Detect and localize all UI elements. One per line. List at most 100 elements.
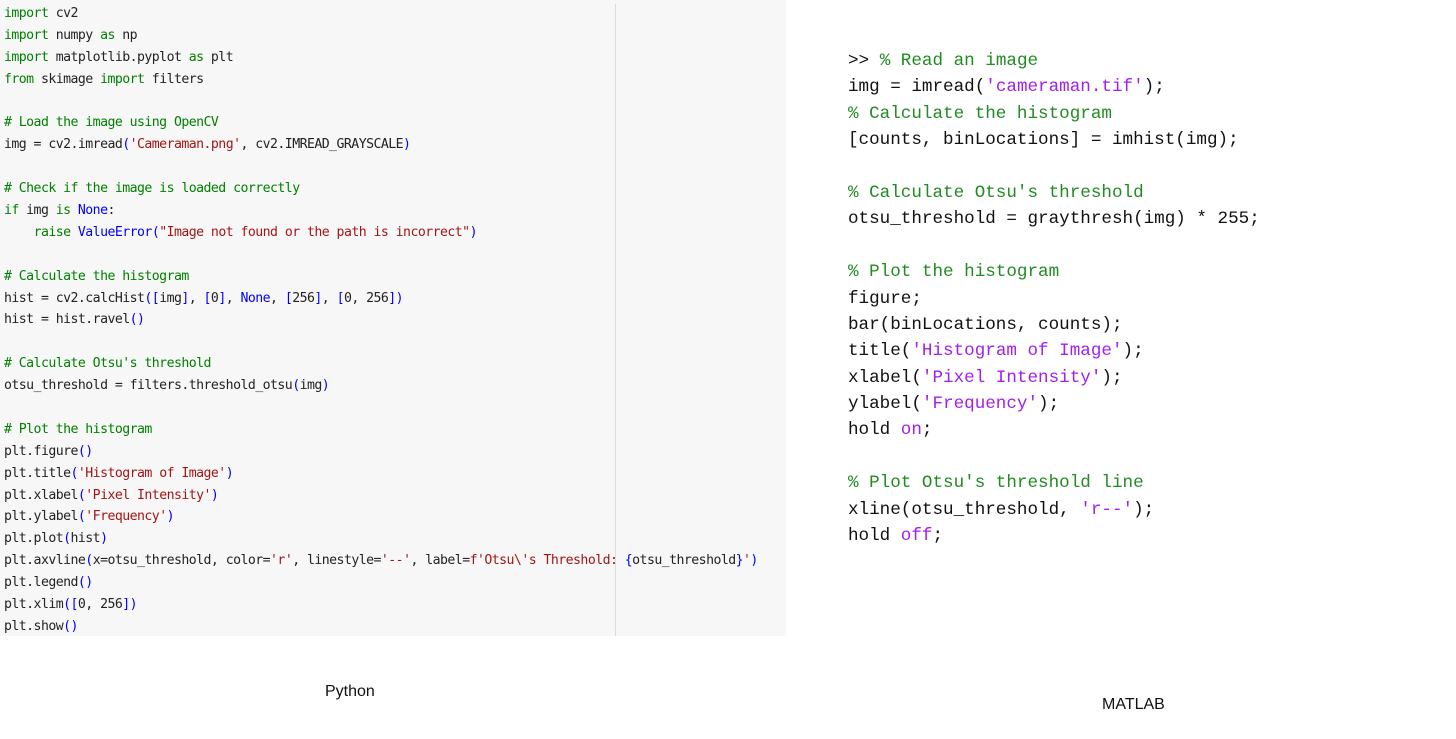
paren-token: (: [85, 553, 93, 569]
matlab-code-line: % Calculate Otsu's threshold: [848, 180, 1260, 206]
code-token: cv2: [48, 6, 79, 21]
matlab-code-line: % Calculate the histogram: [848, 101, 1260, 127]
code-token: hist = cv2.calcHist: [4, 290, 145, 306]
matlab-code-line: hold on;: [848, 417, 1260, 443]
keyword-token: if: [4, 203, 19, 219]
string-token: f'Otsu\'s Threshold:: [469, 553, 625, 569]
paren-token: ): [750, 553, 758, 569]
code-token: plt.figure: [4, 443, 78, 459]
keyword-token: import: [100, 71, 145, 87]
matlab-code-line: figure;: [848, 286, 1260, 312]
comment-token: # Calculate the histogram: [4, 268, 189, 284]
python-code-line: hist = hist.ravel(): [4, 309, 758, 331]
code-token: figure;: [848, 288, 922, 309]
code-token: );: [1101, 367, 1123, 388]
python-code-line: plt.show(): [4, 616, 758, 636]
python-code-line: # Calculate Otsu's threshold: [4, 353, 758, 375]
code-token: plt.ylabel: [4, 509, 78, 525]
comment-token: % Plot the histogram: [848, 262, 1060, 283]
code-token: otsu_threshold = graythresh(img) * 255;: [848, 209, 1260, 230]
python-code-line: [4, 156, 758, 178]
keyword-token: on: [900, 420, 922, 441]
code-token: , linestyle=: [292, 553, 381, 569]
code-token: title(: [848, 341, 912, 362]
python-code-line: # Check if the image is loaded correctly: [4, 178, 758, 200]
code-token: otsu_threshold = filters.threshold_otsu: [4, 378, 293, 394]
string-token: 'Frequency': [921, 394, 1039, 415]
builtin-token: None: [77, 203, 108, 219]
code-token: numpy: [48, 27, 101, 43]
paren-token: ): [166, 509, 175, 525]
code-token: 0, 256: [343, 290, 389, 306]
code-token: ,: [225, 290, 241, 306]
paren-token: (: [70, 465, 79, 481]
keyword-token: as: [188, 49, 204, 65]
python-code-line: if img is None:: [4, 200, 758, 222]
paren-token: ): [321, 378, 330, 394]
python-code-line: otsu_threshold = filters.threshold_otsu(…: [4, 375, 758, 397]
python-code-line: img = cv2.imread('Cameraman.png', cv2.IM…: [4, 134, 758, 156]
paren-token: (: [63, 531, 71, 547]
code-token: hold: [848, 420, 901, 441]
python-code-line: import numpy as np: [4, 25, 758, 47]
python-code-line: # Calculate the histogram: [4, 266, 758, 288]
python-code-line: [4, 331, 758, 353]
string-token: 'Frequency': [85, 509, 167, 525]
keyword-token: is: [55, 203, 71, 219]
paren-token: ]): [122, 597, 138, 613]
paren-token: ([: [144, 290, 160, 306]
python-code-line: plt.legend(): [4, 572, 758, 594]
code-token: ,: [321, 290, 337, 306]
code-token: img = cv2.imread: [4, 137, 123, 153]
code-token: np: [114, 27, 138, 43]
code-token: plt: [203, 49, 234, 65]
matlab-code-line: ylabel('Frequency');: [848, 391, 1260, 417]
keyword-token: import: [4, 6, 49, 21]
string-token: '--': [380, 553, 411, 569]
python-code-line: raise ValueError("Image not found or the…: [4, 222, 758, 244]
matlab-code-line: [848, 233, 1260, 259]
code-token: hold: [848, 526, 901, 547]
code-token: xline(otsu_threshold,: [848, 499, 1081, 520]
code-token: x=otsu_threshold, color=: [92, 553, 271, 569]
matlab-code-line: [848, 154, 1260, 180]
comment-token: % Read an image: [879, 51, 1039, 71]
matlab-code-line: hold off;: [848, 523, 1260, 549]
matlab-code-line: xlabel('Pixel Intensity');: [848, 365, 1260, 391]
code-token: plt.title: [4, 465, 71, 481]
paren-token: ): [225, 465, 234, 481]
python-code-block: import cv2 import numpy as np import matpl…: [4, 3, 758, 636]
paren-token: ): [100, 531, 108, 547]
code-token: img = imread(: [848, 77, 986, 98]
code-token: plt.xlim: [4, 597, 64, 613]
code-token: img: [159, 290, 182, 306]
string-token: 'Histogram of Image': [911, 341, 1123, 362]
comment-token: % Plot Otsu's threshold line: [848, 473, 1144, 494]
python-code-line: hist = cv2.calcHist([img], [0], None, [2…: [4, 288, 758, 310]
python-code-line: import matplotlib.pyplot as plt: [4, 47, 758, 69]
builtin-token: None: [240, 290, 271, 306]
code-token: img: [18, 203, 56, 219]
python-code-line: # Plot the histogram: [4, 419, 758, 441]
code-token: plt.show: [4, 618, 64, 634]
python-code-line: # Load the image using OpenCV: [4, 112, 758, 134]
code-token: matplotlib.pyplot: [48, 49, 189, 65]
comment-token: # Plot the histogram: [4, 421, 152, 437]
python-code-line: import cv2: [4, 3, 758, 25]
paren-token: (): [63, 618, 78, 634]
code-token: plt.plot: [4, 531, 64, 547]
comment-token: % Calculate Otsu's threshold: [848, 182, 1144, 203]
comment-token: # Load the image using OpenCV: [4, 115, 219, 131]
matlab-code-line: xline(otsu_threshold, 'r--');: [848, 497, 1260, 523]
python-code-line: plt.plot(hist): [4, 528, 758, 550]
paren-token: ]: [314, 290, 322, 306]
matlab-caption: MATLAB: [1102, 696, 1165, 713]
keyword-token: from: [4, 71, 34, 87]
python-code-line: plt.figure(): [4, 441, 758, 463]
code-token: ;: [932, 526, 944, 547]
paren-token: (): [77, 443, 93, 459]
code-token: 0, 256: [77, 597, 123, 613]
string-token: 'Cameraman.png': [129, 137, 241, 153]
string-token: 'Pixel Intensity': [921, 367, 1102, 388]
builtin-token: ValueError: [77, 224, 152, 240]
